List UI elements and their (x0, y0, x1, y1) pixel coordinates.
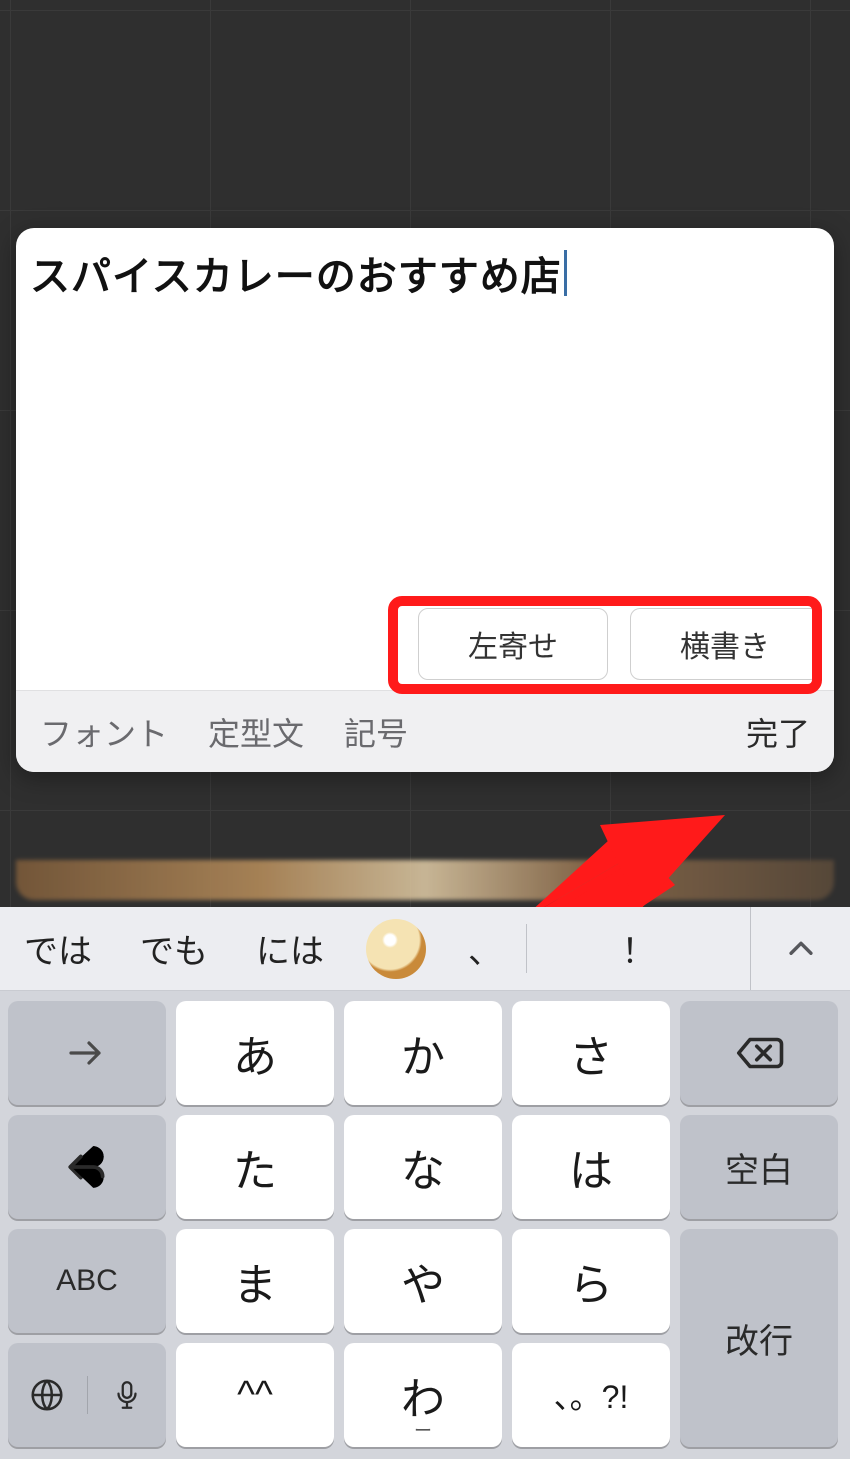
toolbar-font-button[interactable]: フォント (40, 709, 168, 755)
text-input-area[interactable]: スパイスカレーのおすすめ店 左寄せ 横書き (16, 228, 834, 690)
text-content: スパイスカレーのおすすめ店 (30, 255, 562, 299)
key-a[interactable]: あ (176, 1001, 334, 1105)
key-punct[interactable]: 、。?! (512, 1343, 670, 1447)
suggestion-3[interactable]: には (232, 907, 348, 990)
key-return[interactable]: 改行 (680, 1229, 838, 1447)
mic-icon (110, 1376, 144, 1414)
suggestion-5[interactable]: ！ (527, 907, 750, 990)
suggestion-expand-button[interactable] (750, 907, 850, 990)
toolbar-template-button[interactable]: 定型文 (208, 709, 304, 755)
key-wa[interactable]: わ ー (344, 1343, 502, 1447)
key-ha[interactable]: は (512, 1115, 670, 1219)
curry-emoji-icon[interactable] (366, 919, 426, 979)
key-globe[interactable] (8, 1376, 88, 1414)
key-globe-mic[interactable] (8, 1343, 166, 1447)
key-backspace[interactable] (680, 1001, 838, 1105)
key-wa-sub: ー (344, 1417, 502, 1443)
key-abc[interactable]: ABC (8, 1229, 166, 1333)
key-ka[interactable]: か (344, 1001, 502, 1105)
keyboard: では でも には 、 ！ あ か さ (0, 907, 850, 1459)
key-ya[interactable]: や (344, 1229, 502, 1333)
key-next-candidate[interactable] (8, 1001, 166, 1105)
globe-icon (28, 1376, 66, 1414)
chevron-up-icon (784, 932, 818, 966)
suggestion-4[interactable]: 、 (444, 907, 526, 990)
suggestion-2[interactable]: でも (116, 907, 232, 990)
key-na[interactable]: な (344, 1115, 502, 1219)
text-editor-panel: スパイスカレーのおすすめ店 左寄せ 横書き フォント 定型文 記号 完了 (16, 228, 834, 772)
key-ma[interactable]: ま (176, 1229, 334, 1333)
arrow-right-icon (63, 1029, 111, 1077)
text-option-row: 左寄せ 横書き (418, 608, 820, 680)
key-space[interactable]: 空白 (680, 1115, 838, 1219)
undo-icon (62, 1142, 112, 1192)
key-ra[interactable]: ら (512, 1229, 670, 1333)
align-left-button[interactable]: 左寄せ (418, 608, 608, 680)
suggestion-bar: では でも には 、 ！ (0, 907, 850, 991)
toolbar-done-button[interactable]: 完了 (746, 709, 810, 755)
key-kaomoji[interactable]: ^^ (176, 1343, 334, 1447)
toolbar-symbol-button[interactable]: 記号 (344, 709, 408, 755)
backspace-icon (732, 1026, 786, 1080)
key-sa[interactable]: さ (512, 1001, 670, 1105)
key-undo[interactable] (8, 1115, 166, 1219)
writing-direction-button[interactable]: 横書き (630, 608, 820, 680)
keyboard-grid: あ か さ (0, 991, 850, 1459)
key-ta[interactable]: た (176, 1115, 334, 1219)
key-mic[interactable] (88, 1376, 167, 1414)
background-photo-strip (16, 860, 834, 900)
suggestion-1[interactable]: では (0, 907, 116, 990)
editor-toolbar: フォント 定型文 記号 完了 (16, 690, 834, 772)
text-cursor (564, 250, 567, 296)
